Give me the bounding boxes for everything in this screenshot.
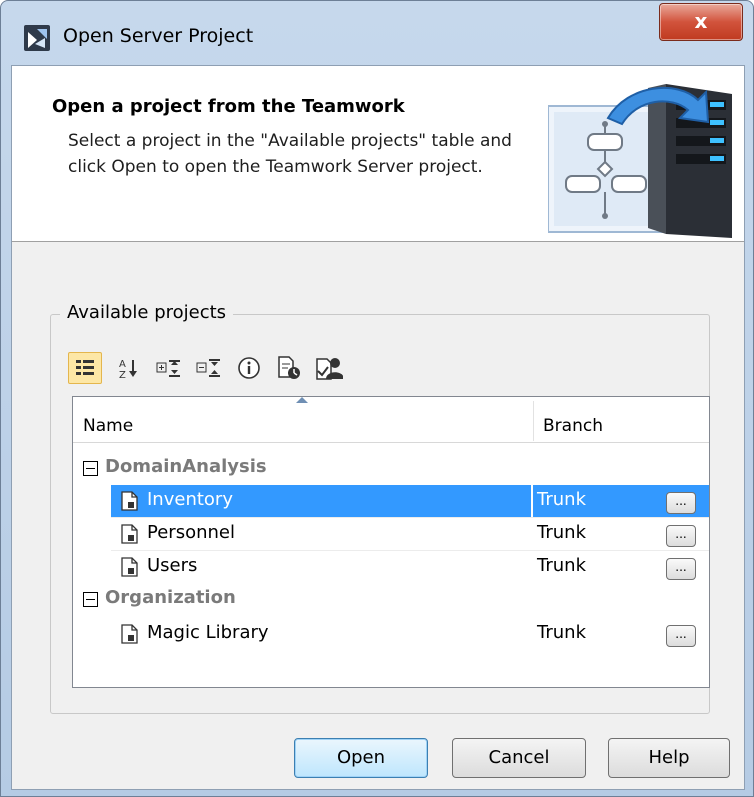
project-history-icon [278, 356, 300, 379]
table-row[interactable]: Users Trunk ... [111, 551, 709, 583]
collapse-all-icon [196, 359, 220, 377]
project-name-cell[interactable]: Magic Library [111, 618, 531, 650]
branch-cell[interactable]: Trunk ... [533, 485, 709, 517]
expand-all-button[interactable] [152, 352, 186, 384]
project-group-name: Organization [105, 587, 236, 608]
project-file-icon [121, 624, 138, 644]
project-name: Magic Library [147, 622, 269, 643]
svg-text:Z: Z [119, 370, 126, 379]
project-name: Inventory [147, 489, 233, 510]
project-group-row[interactable]: Organization [73, 584, 709, 616]
collapse-all-button[interactable] [192, 352, 226, 384]
column-divider[interactable] [533, 401, 534, 441]
project-file-icon [121, 557, 138, 577]
project-file-icon [121, 491, 138, 511]
select-branch-button[interactable]: ... [666, 525, 696, 547]
dialog-body: Open a project from the Teamwork Select … [11, 65, 745, 790]
project-info-button[interactable] [232, 352, 266, 384]
sort-alphabetically-button[interactable]: A Z [112, 352, 146, 384]
svg-text:A: A [119, 359, 126, 370]
column-header-branch[interactable]: Branch [543, 397, 603, 443]
open-server-project-dialog: Open Server Project x Open a project fro… [0, 0, 754, 797]
branch-cell[interactable]: Trunk ... [533, 518, 709, 550]
project-permissions-icon [316, 358, 343, 380]
select-branch-button[interactable]: ... [666, 625, 696, 647]
info-icon [238, 357, 260, 379]
sort-ascending-icon [296, 397, 308, 403]
group-by-category-button[interactable] [68, 352, 102, 384]
projects-table: Name Branch DomainAnalysis Inventory Tru… [72, 396, 710, 688]
branch-name: Trunk [537, 555, 586, 576]
table-row[interactable]: Inventory Trunk ... [111, 485, 709, 517]
branch-name: Trunk [537, 489, 586, 510]
teamwork-server-icon [548, 84, 732, 238]
group-by-category-icon [76, 360, 94, 375]
project-name-cell[interactable]: Inventory [111, 485, 531, 517]
help-button[interactable]: Help [608, 738, 730, 778]
branch-name: Trunk [537, 622, 586, 643]
available-projects-label: Available projects [60, 302, 234, 323]
title-bar[interactable]: Open Server Project x [1, 1, 753, 65]
column-header-name[interactable]: Name [83, 397, 133, 443]
header-panel: Open a project from the Teamwork Select … [12, 66, 744, 242]
table-row[interactable]: Personnel Trunk ... [111, 518, 709, 550]
app-icon [24, 25, 50, 51]
collapse-toggle-icon[interactable] [83, 461, 98, 476]
collapse-toggle-icon[interactable] [83, 592, 98, 607]
select-branch-button[interactable]: ... [666, 492, 696, 514]
branch-name: Trunk [537, 522, 586, 543]
project-name: Users [147, 555, 198, 576]
open-button[interactable]: Open [294, 738, 428, 778]
project-permissions-button[interactable] [312, 352, 346, 384]
cancel-button[interactable]: Cancel [452, 738, 586, 778]
table-row[interactable]: Magic Library Trunk ... [111, 618, 709, 650]
sort-alphabetically-icon: A Z [119, 359, 137, 379]
close-button[interactable]: x [659, 3, 743, 41]
window-title: Open Server Project [63, 25, 254, 47]
project-name: Personnel [147, 522, 235, 543]
branch-cell[interactable]: Trunk ... [533, 618, 709, 650]
header-title: Open a project from the Teamwork [52, 96, 405, 117]
branch-cell[interactable]: Trunk ... [533, 551, 709, 583]
select-branch-button[interactable]: ... [666, 558, 696, 580]
project-group-row[interactable]: DomainAnalysis [73, 453, 709, 485]
project-name-cell[interactable]: Personnel [111, 518, 531, 550]
project-file-icon [121, 524, 138, 544]
table-header: Name Branch [73, 397, 709, 443]
project-history-button[interactable] [272, 352, 306, 384]
header-description: Select a project in the "Available proje… [68, 131, 512, 177]
project-name-cell[interactable]: Users [111, 551, 531, 583]
expand-all-icon [156, 360, 180, 377]
project-group-name: DomainAnalysis [105, 456, 267, 477]
